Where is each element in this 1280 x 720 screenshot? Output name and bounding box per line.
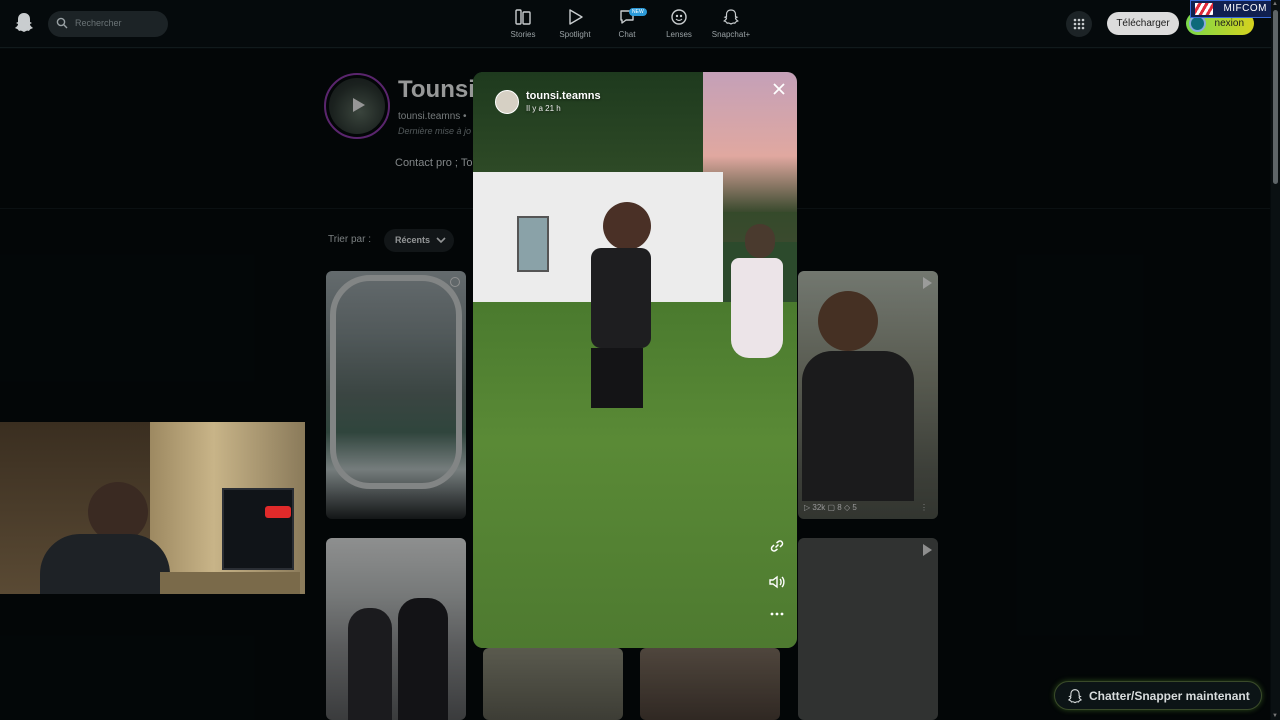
volume-icon[interactable] (768, 573, 786, 591)
tile-figure-right (398, 598, 448, 720)
story-user-avatar[interactable] (495, 90, 519, 114)
chat-snap-now-label: Chatter/Snapper maintenant (1089, 689, 1250, 703)
scroll-up-arrow-icon[interactable]: ▲ (1272, 1, 1278, 7)
profile-avatar[interactable] (324, 73, 390, 139)
scroll-down-arrow-icon[interactable]: ▼ (1272, 713, 1278, 719)
page-scrollbar[interactable]: ▲ ▼ (1271, 0, 1280, 720)
nav-lenses[interactable]: Lenses (655, 8, 703, 39)
window-frame (330, 275, 462, 489)
nav-spotlight-label: Spotlight (559, 30, 591, 39)
webcam-desk (160, 572, 300, 594)
story-person-left-head (603, 202, 651, 250)
download-button[interactable]: Télécharger (1107, 12, 1179, 35)
more-options-icon[interactable] (768, 605, 786, 623)
stories-icon (515, 9, 531, 25)
story-tile-airplane-window[interactable] (326, 271, 466, 519)
mifcom-overlay-logo: MIFCOM (1190, 0, 1272, 18)
tile-figure-body (802, 351, 914, 501)
mifcom-logo-text: MIFCOM (1223, 3, 1267, 14)
webcam-person-body (40, 534, 170, 594)
story-timestamp: Il y a 21 h (526, 104, 561, 113)
search-icon (56, 17, 68, 29)
story-person-right-dress (731, 258, 783, 358)
login-label: nexion (1214, 18, 1244, 29)
nav-lenses-label: Lenses (666, 30, 692, 39)
tile-stats: ▷ 32k ▢ 8 ◇ 5 (804, 503, 857, 512)
profile-username: tounsi.teamns (398, 111, 461, 122)
apps-grid-icon (1073, 18, 1085, 30)
webcam-monitor (222, 488, 294, 570)
nav-spotlight[interactable]: Spotlight (551, 8, 599, 39)
link-icon[interactable] (768, 537, 786, 555)
tile-more-button[interactable]: ⋮ (920, 503, 928, 512)
nav-chat-label: Chat (618, 30, 636, 39)
streamer-webcam-overlay (0, 422, 305, 594)
nav-stories-label: Stories (510, 30, 536, 39)
spotlight-play-icon (569, 9, 583, 25)
story-person-right-head (745, 224, 775, 258)
story-tile-man-talking[interactable]: ▷ 32k ▢ 8 ◇ 5 ⋮ (798, 271, 938, 519)
tile-figure-head (818, 291, 878, 351)
webcam-person-head (88, 482, 148, 542)
apps-grid-button[interactable] (1066, 11, 1092, 37)
search-bar[interactable]: Rechercher (48, 11, 168, 37)
profile-separator: • (463, 111, 467, 122)
avatar-play-icon (353, 98, 365, 112)
video-play-icon (923, 544, 932, 556)
story-viewer-modal: tounsi.teamns Il y a 21 h (473, 72, 797, 648)
nav-snapchat-plus[interactable]: Snapchat+ (707, 8, 755, 39)
snapchat-ghost-logo-icon[interactable] (14, 12, 34, 34)
chat-new-badge: NEW (629, 8, 647, 16)
story-tile-dark-ground[interactable] (798, 538, 938, 720)
story-username[interactable]: tounsi.teamns (526, 90, 601, 102)
chevron-down-icon (436, 237, 446, 244)
lenses-icon (671, 9, 687, 25)
search-placeholder: Rechercher (75, 18, 122, 28)
top-bar: Rechercher Stories Spotlight NEW Chat Le… (0, 0, 1280, 48)
sort-value: Récents (395, 235, 431, 245)
story-person-left-torso (591, 248, 651, 348)
nav-snapchat-plus-label: Snapchat+ (711, 30, 751, 39)
story-tile-two-men[interactable] (326, 538, 466, 720)
webcam-red-light (265, 506, 291, 518)
clock-icon (450, 277, 460, 287)
sort-label: Trier par : (328, 234, 371, 245)
tile-figure-left (348, 608, 392, 720)
sort-dropdown[interactable]: Récents (384, 229, 454, 252)
scrollbar-thumb[interactable] (1273, 10, 1278, 184)
story-person-left-shorts (591, 348, 643, 408)
close-icon[interactable] (771, 81, 787, 97)
profile-name: Tounsi (398, 76, 475, 103)
nav-stories[interactable]: Stories (499, 8, 547, 39)
story-tile-car[interactable] (640, 648, 780, 720)
snapchat-plus-icon (723, 9, 739, 25)
profile-last-update: Dernière mise à jo (398, 126, 472, 136)
profile-username-line: tounsi.teamns • (398, 111, 467, 122)
chat-snap-now-button[interactable]: Chatter/Snapper maintenant (1054, 681, 1262, 710)
story-house-window (517, 216, 549, 272)
profile-bio: Contact pro ; To (395, 157, 473, 169)
mifcom-stripes-icon (1195, 3, 1213, 15)
story-tile-street[interactable] (483, 648, 623, 720)
snapchat-ghost-icon (1068, 689, 1082, 704)
nav-chat[interactable]: NEW Chat (603, 8, 651, 39)
video-play-icon (923, 277, 932, 289)
